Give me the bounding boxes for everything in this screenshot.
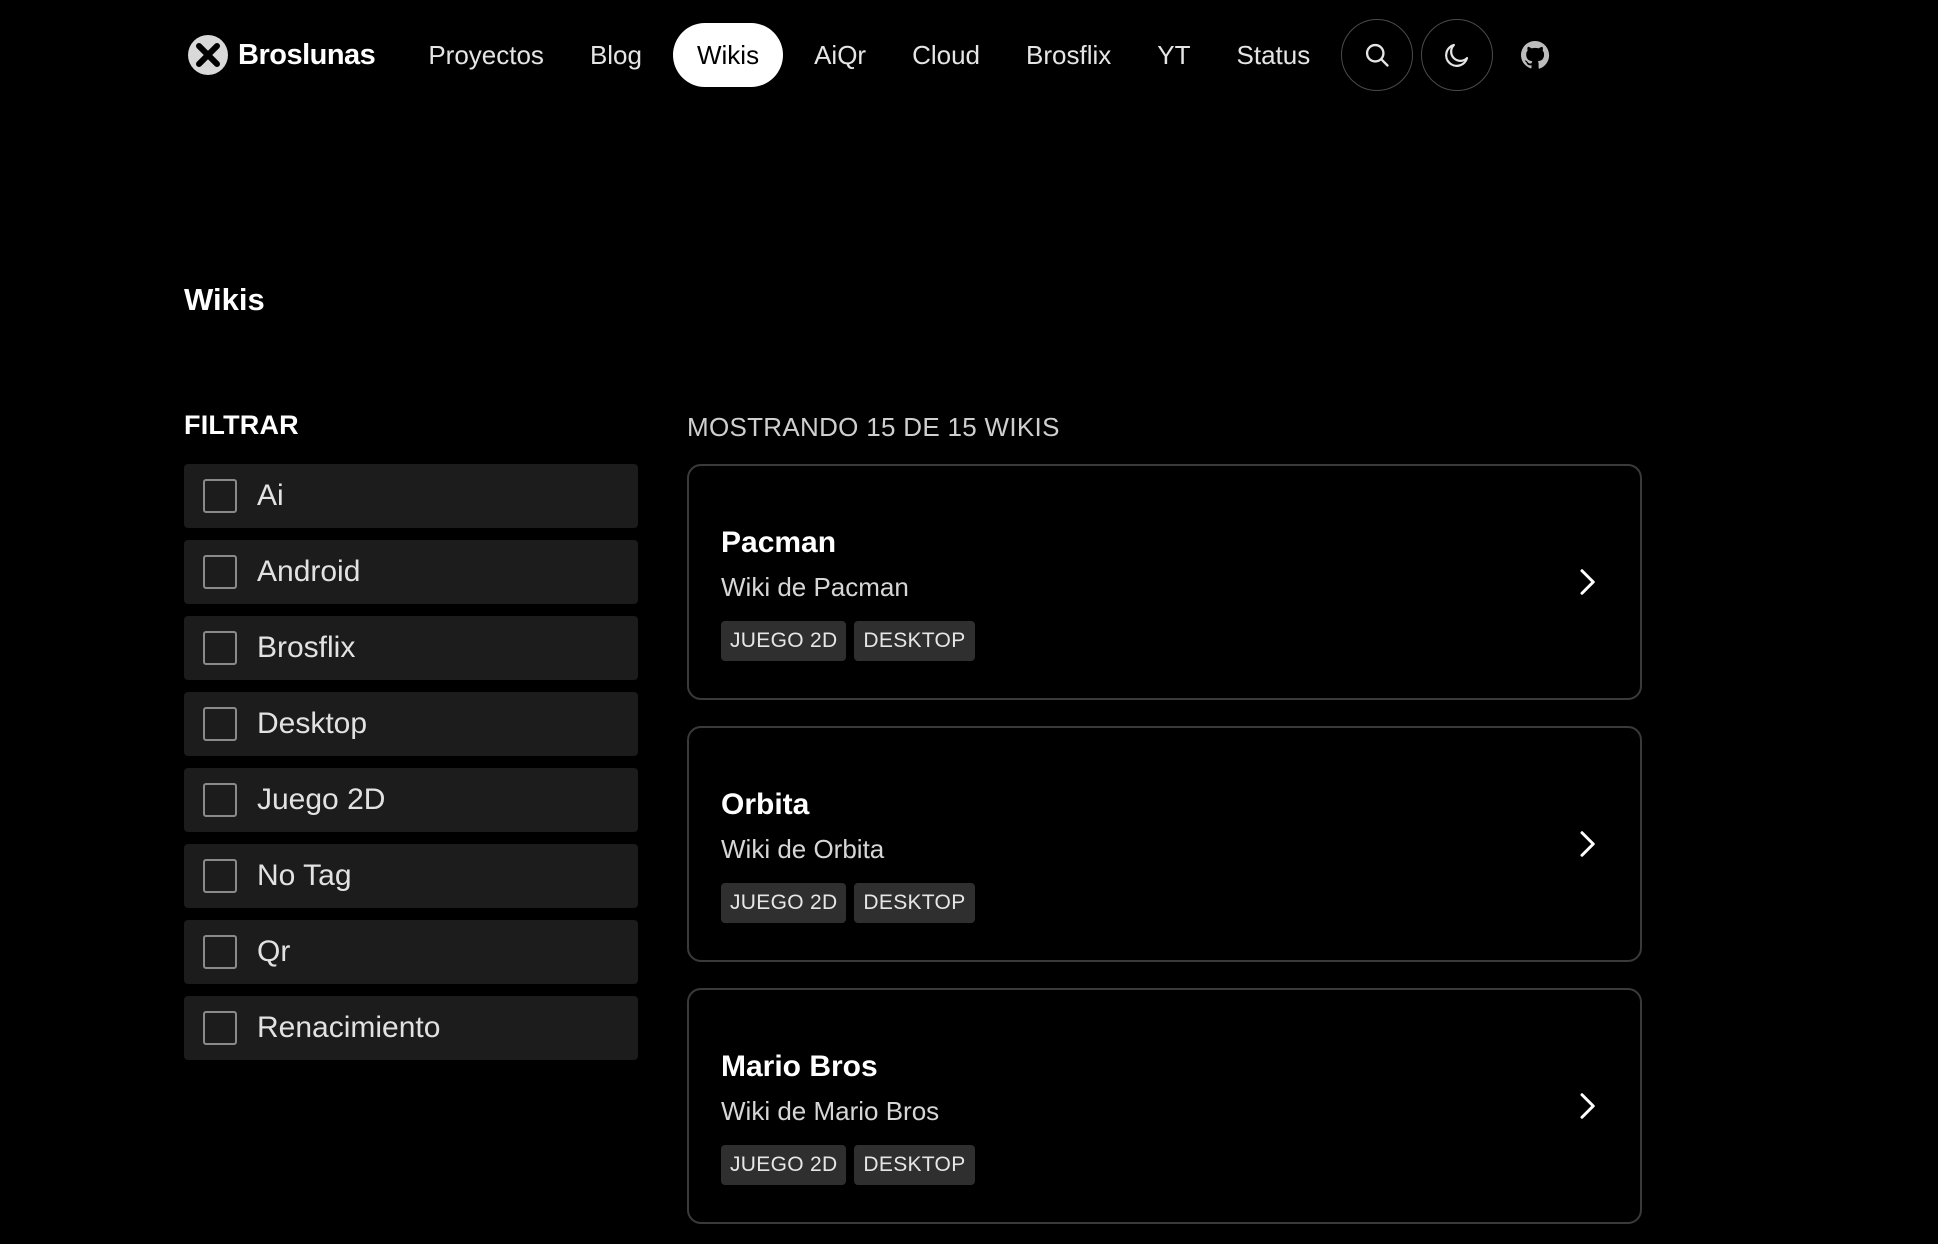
tag-badge: JUEGO 2D: [721, 1145, 847, 1185]
theme-toggle-button[interactable]: [1421, 19, 1494, 91]
chevron-right-icon: [1580, 831, 1595, 857]
filter-item-qr[interactable]: Qr: [184, 920, 638, 984]
filter-list: Ai Android Brosflix Desktop Juego 2D No …: [184, 464, 638, 1060]
brand-logo[interactable]: Broslunas: [186, 33, 376, 77]
filter-label: Android: [257, 555, 361, 588]
nav-yt[interactable]: YT: [1134, 23, 1213, 87]
broslunas-logo-icon: [188, 35, 228, 75]
filter-title: FILTRAR: [184, 410, 299, 440]
moon-icon: [1445, 43, 1469, 67]
wiki-card-description: Wiki de Mario Bros: [721, 1096, 940, 1126]
wiki-card-tags: JUEGO 2D DESKTOP: [721, 1145, 1640, 1185]
filter-item-brosflix[interactable]: Brosflix: [184, 616, 638, 680]
wiki-card-orbita[interactable]: Orbita Wiki de Orbita JUEGO 2D DESKTOP: [687, 726, 1642, 962]
wiki-card-tags: JUEGO 2D DESKTOP: [721, 621, 1640, 661]
tag-badge: DESKTOP: [854, 621, 975, 661]
wiki-card-description: Wiki de Pacman: [721, 572, 909, 602]
search-button[interactable]: [1341, 19, 1414, 91]
filter-checkbox[interactable]: [203, 859, 237, 893]
filter-checkbox[interactable]: [203, 707, 237, 741]
filter-item-desktop[interactable]: Desktop: [184, 692, 638, 756]
nav-cloud[interactable]: Cloud: [889, 23, 1003, 87]
nav-brosflix[interactable]: Brosflix: [1003, 23, 1134, 87]
chevron-right-icon: [1580, 1093, 1595, 1119]
nav-wikis[interactable]: Wikis: [672, 23, 784, 87]
filter-checkbox[interactable]: [203, 555, 237, 589]
chevron-right-icon: [1580, 569, 1595, 595]
nav-aiqr[interactable]: AiQr: [791, 23, 889, 87]
github-icon: [1521, 41, 1550, 69]
wiki-card-title: Orbita: [721, 788, 810, 821]
wiki-card-pacman[interactable]: Pacman Wiki de Pacman JUEGO 2D DESKTOP: [687, 464, 1642, 700]
tag-badge: DESKTOP: [854, 1145, 975, 1185]
filter-checkbox[interactable]: [203, 935, 237, 969]
filter-item-no-tag[interactable]: No Tag: [184, 844, 638, 908]
tag-badge: DESKTOP: [854, 883, 975, 923]
search-icon: [1366, 43, 1389, 67]
results-count: MOSTRANDO 15 DE 15 WIKIS: [687, 412, 1060, 442]
wiki-card-title: Pacman: [721, 526, 837, 559]
filter-label: Juego 2D: [257, 783, 386, 816]
filter-label: Renacimiento: [257, 1011, 441, 1044]
filter-item-ai[interactable]: Ai: [184, 464, 638, 528]
filter-label: Qr: [257, 935, 291, 968]
filter-item-android[interactable]: Android: [184, 540, 638, 604]
filter-checkbox[interactable]: [203, 783, 237, 817]
filter-label: Brosflix: [257, 631, 356, 664]
tag-badge: JUEGO 2D: [721, 883, 847, 923]
wiki-card-title: Mario Bros: [721, 1050, 878, 1083]
wiki-card-tags: JUEGO 2D DESKTOP: [721, 883, 1640, 923]
nav-proyectos[interactable]: Proyectos: [405, 23, 567, 87]
filter-label: Desktop: [257, 707, 368, 740]
page-title: Wikis: [184, 282, 265, 317]
nav-status[interactable]: Status: [1214, 23, 1334, 87]
filter-checkbox[interactable]: [203, 631, 237, 665]
nav-blog[interactable]: Blog: [567, 23, 665, 87]
site-header: Broslunas Proyectos Blog Wikis AiQr Clou…: [186, 19, 1646, 91]
tag-badge: JUEGO 2D: [721, 621, 847, 661]
filter-item-juego-2d[interactable]: Juego 2D: [184, 768, 638, 832]
filter-checkbox[interactable]: [203, 1011, 237, 1045]
github-link[interactable]: [1505, 25, 1565, 85]
wiki-card-description: Wiki de Orbita: [721, 834, 885, 864]
wiki-card-list: Pacman Wiki de Pacman JUEGO 2D DESKTOP O…: [687, 464, 1642, 1224]
filter-label: No Tag: [257, 859, 352, 892]
filter-checkbox[interactable]: [203, 479, 237, 513]
filter-label: Ai: [257, 479, 284, 512]
wiki-card-mario-bros[interactable]: Mario Bros Wiki de Mario Bros JUEGO 2D D…: [687, 988, 1642, 1224]
brand-name: Broslunas: [238, 38, 376, 71]
filter-item-renacimiento[interactable]: Renacimiento: [184, 996, 638, 1060]
